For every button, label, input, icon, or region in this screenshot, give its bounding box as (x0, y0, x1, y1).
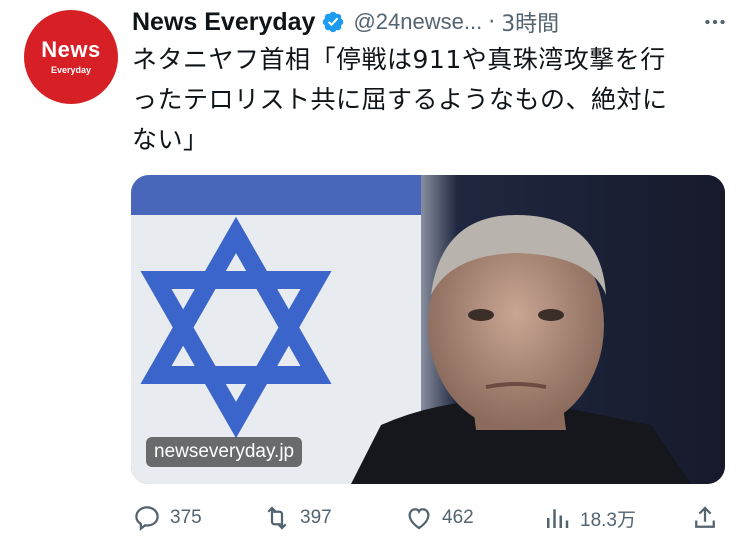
tweet-text-line: ない」 (132, 125, 209, 154)
avatar-logo-text: News (41, 37, 101, 62)
retweet-icon (267, 506, 287, 530)
tweet-text-line: ネタニヤフ首相「停戦は911や真珠湾攻撃を行 (132, 45, 666, 74)
like-count: 462 (442, 507, 474, 528)
retweet-count: 397 (300, 507, 332, 528)
like-button[interactable]: 462 (404, 503, 474, 533)
avatar-logo-subtext: Everyday (50, 65, 92, 75)
header-separator: · (488, 9, 496, 35)
tweet-text: ネタニヤフ首相「停戦は911や真珠湾攻撃を行 ったテロリスト共に屈するようなもの… (132, 40, 732, 160)
heart-icon (408, 508, 430, 530)
tweet-text-line: ったテロリスト共に屈するようなもの、絶対に (132, 85, 668, 114)
link-domain-label[interactable]: newseveryday.jp (146, 437, 303, 467)
tweet-actions: 375 397 462 18.3万 (132, 500, 732, 536)
views-button[interactable]: 18.3万 (542, 503, 636, 533)
share-button[interactable] (690, 503, 728, 533)
views-chart-icon (547, 509, 569, 528)
reply-count: 375 (170, 507, 202, 528)
tweet-header: News Everyday @24newse... · 3時間 (132, 5, 732, 39)
more-options-icon[interactable] (698, 5, 732, 39)
verified-badge-icon (321, 10, 345, 34)
display-name[interactable]: News Everyday (132, 8, 315, 37)
avatar[interactable]: News Everyday (24, 10, 118, 104)
share-icon (695, 506, 715, 528)
tweet-timestamp[interactable]: 3時間 (501, 6, 559, 38)
reply-icon (135, 506, 159, 531)
views-count: 18.3万 (580, 509, 636, 531)
reply-button[interactable]: 375 (132, 503, 202, 533)
user-handle[interactable]: @24newse... (353, 9, 482, 35)
retweet-button[interactable]: 397 (262, 503, 332, 533)
